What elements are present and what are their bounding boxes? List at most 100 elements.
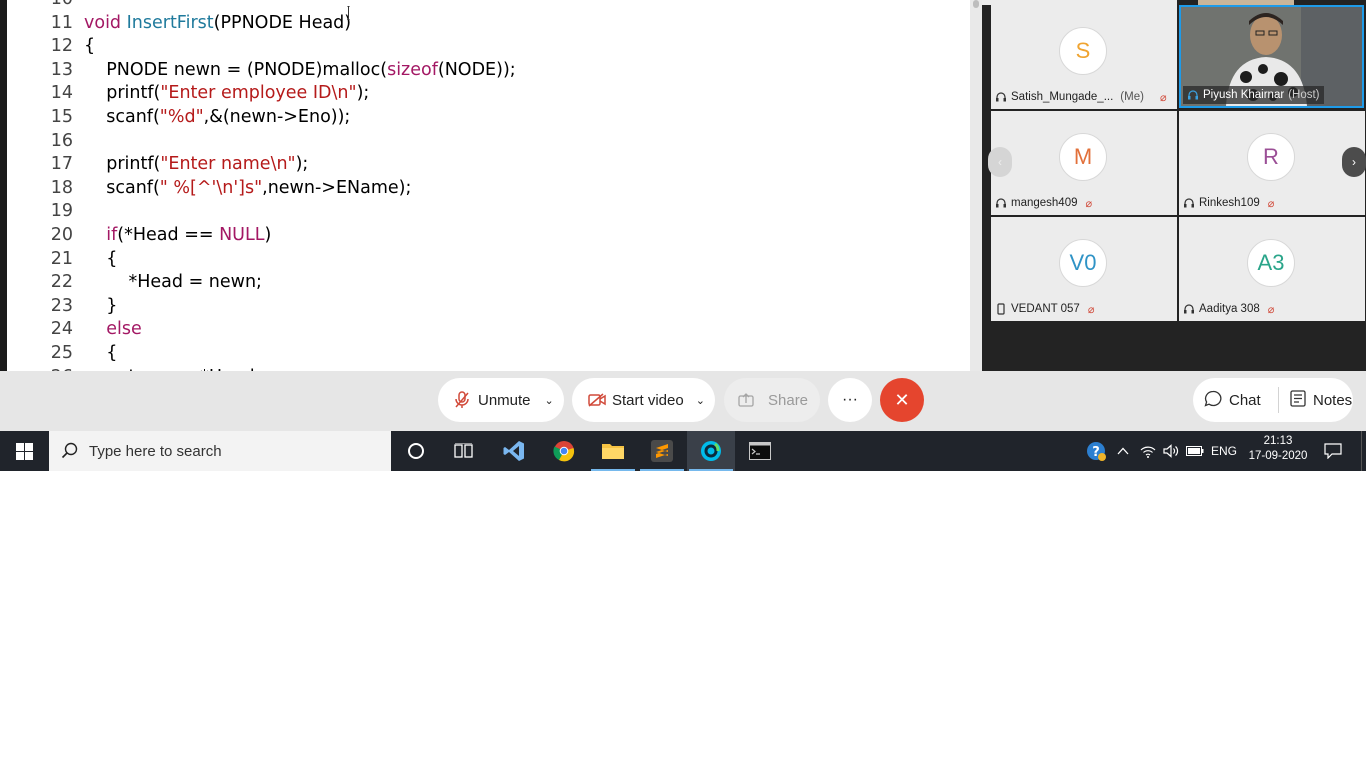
unmute-button[interactable]: Unmute ⌄ — [438, 378, 564, 422]
avatar: M — [1059, 133, 1107, 181]
video-off-icon — [588, 393, 606, 407]
code-token: sizeof — [387, 59, 438, 80]
code-line: 10 — [7, 0, 970, 12]
code-line: 24 else — [7, 318, 970, 342]
code-token: scanf( — [84, 107, 160, 127]
gallery-prev-button[interactable]: ‹ — [988, 147, 1012, 177]
taskbar-app-sublime-text[interactable] — [638, 431, 686, 471]
code-text: printf("Enter employee ID\n"); — [84, 82, 369, 106]
chrome-icon — [553, 441, 575, 462]
line-number: 24 — [50, 319, 73, 340]
start-video-button[interactable]: Start video ⌄ — [572, 378, 715, 422]
taskbar-app-file-explorer[interactable] — [589, 431, 637, 471]
muted-mic-icon: ⌀ — [1159, 91, 1167, 104]
code-line: 25 { — [7, 342, 970, 366]
avatar-initials: M — [1073, 144, 1093, 169]
code-text: PNODE newn = (PNODE)malloc(sizeof(NODE))… — [84, 59, 515, 83]
muted-mic-icon: ⌀ — [1085, 197, 1093, 210]
muted-mic-icon: ⌀ — [1087, 303, 1095, 316]
code-scrollbar[interactable] — [970, 0, 982, 371]
action-center-button[interactable] — [1318, 431, 1348, 471]
chevron-down-icon[interactable]: ⌄ — [696, 394, 705, 407]
avatar: R — [1247, 133, 1295, 181]
code-token: { — [84, 36, 96, 57]
participant-tile-vedant[interactable]: V0 VEDANT 057 ⌀ — [991, 217, 1177, 321]
code-line: 22 *Head = newn; — [7, 271, 970, 295]
code-token: void — [84, 12, 127, 33]
code-token: NULL — [219, 225, 265, 245]
line-number: 14 — [50, 83, 73, 104]
avatar: A3 — [1247, 239, 1295, 287]
wifi-icon — [1140, 446, 1156, 458]
line-number: 23 — [50, 295, 73, 316]
speaker-icon — [1163, 444, 1179, 458]
code-scrollbar-thumb[interactable] — [973, 0, 979, 8]
show-desktop-button[interactable] — [1361, 431, 1366, 471]
tray-show-hidden-button[interactable] — [1112, 431, 1134, 471]
line-number: 16 — [50, 130, 73, 151]
taskbar-app-chrome[interactable] — [540, 431, 588, 471]
code-editor: 1011 void InsertFirst(PPNODE Head) 12 {13 P… — [7, 0, 970, 371]
avatar: S — [1059, 27, 1107, 75]
tray-volume[interactable] — [1160, 431, 1182, 471]
tray-battery[interactable] — [1184, 431, 1206, 471]
taskbar-app-cortana[interactable] — [392, 431, 440, 471]
taskbar-app-visual-studio[interactable] — [490, 431, 538, 471]
code-text: void InsertFirst(PPNODE Head) — [84, 12, 351, 36]
taskbar-app-webex[interactable] — [687, 431, 735, 471]
line-number: 12 — [50, 36, 73, 57]
unmute-label: Unmute — [478, 391, 531, 409]
notes-button[interactable]: Notes — [1279, 389, 1352, 411]
taskbar-app-task-view[interactable] — [440, 431, 488, 471]
participant-tile-aaditya[interactable]: A3 Aaditya 308 ⌀ — [1179, 217, 1365, 321]
chat-button[interactable]: Chat — [1193, 390, 1278, 411]
code-text: printf("Enter name\n"); — [84, 153, 308, 177]
line-number: 22 — [50, 272, 73, 293]
participant-name-bar: mangesh409 ⌀ — [995, 194, 1092, 212]
code-token: " %[^'\n']s" — [159, 177, 263, 198]
participant-tile-satish[interactable]: S Satish_Mungade_... (Me) ⌀ — [991, 5, 1177, 109]
tray-language[interactable]: ENG — [1208, 431, 1240, 471]
more-options-button[interactable]: ··· — [828, 378, 872, 422]
headset-icon — [1188, 90, 1198, 100]
notification-icon — [1324, 443, 1342, 459]
end-meeting-button[interactable]: ✕ — [880, 378, 924, 422]
line-number: 10 — [33, 0, 73, 12]
headset-icon — [1184, 304, 1194, 314]
cortana-icon — [408, 443, 424, 459]
code-token: PNODE newn = (PNODE)malloc( — [84, 59, 388, 80]
line-number: 17 — [50, 154, 73, 175]
participant-tile-rinkesh[interactable]: R Rinkesh109 ⌀ — [1179, 111, 1365, 215]
meeting-control-bar: Unmute ⌄ Start video ⌄ Share ··· ✕ Chat — [0, 371, 1366, 431]
participant-name: VEDANT 057 — [1011, 303, 1080, 315]
avatar-initials: V0 — [1069, 250, 1097, 275]
code-token: *Head = newn; — [84, 272, 262, 293]
line-number: 13 — [50, 59, 73, 80]
participant-name-bar: Rinkesh109 ⌀ — [1183, 194, 1274, 212]
participant-tile-piyush-video[interactable]: Piyush Khairnar (Host) — [1179, 5, 1364, 108]
chat-label: Chat — [1229, 391, 1261, 409]
code-token: "Enter employee ID\n" — [160, 83, 357, 104]
tray-network[interactable] — [1137, 431, 1159, 471]
taskbar-app-command-prompt[interactable] — [736, 431, 784, 471]
start-button[interactable] — [0, 431, 48, 471]
tray-clock[interactable]: 21:13 17-09-2020 — [1246, 431, 1310, 471]
line-number: 15 — [50, 107, 73, 127]
tray-help-icon[interactable]: ? — [1082, 431, 1110, 471]
share-button[interactable]: Share — [724, 378, 820, 422]
line-number: 11 — [50, 12, 73, 33]
line-number: 19 — [50, 201, 73, 222]
panel-buttons-group: Chat Notes — [1193, 378, 1353, 422]
participant-tile-mangesh[interactable]: M mangesh409 ⌀ — [991, 111, 1177, 215]
code-text: *Head = newn; — [84, 271, 262, 295]
help-icon: ? — [1087, 442, 1106, 461]
running-indicator — [640, 469, 684, 471]
code-line: 12 { — [7, 35, 970, 59]
code-token: (*Head == — [117, 225, 220, 245]
gallery-next-button[interactable]: › — [1342, 147, 1366, 177]
avatar: V0 — [1059, 239, 1107, 287]
start-video-label: Start video — [612, 391, 684, 409]
taskbar-search-box[interactable]: Type here to search — [49, 431, 391, 471]
chevron-down-icon[interactable]: ⌄ — [545, 394, 554, 407]
